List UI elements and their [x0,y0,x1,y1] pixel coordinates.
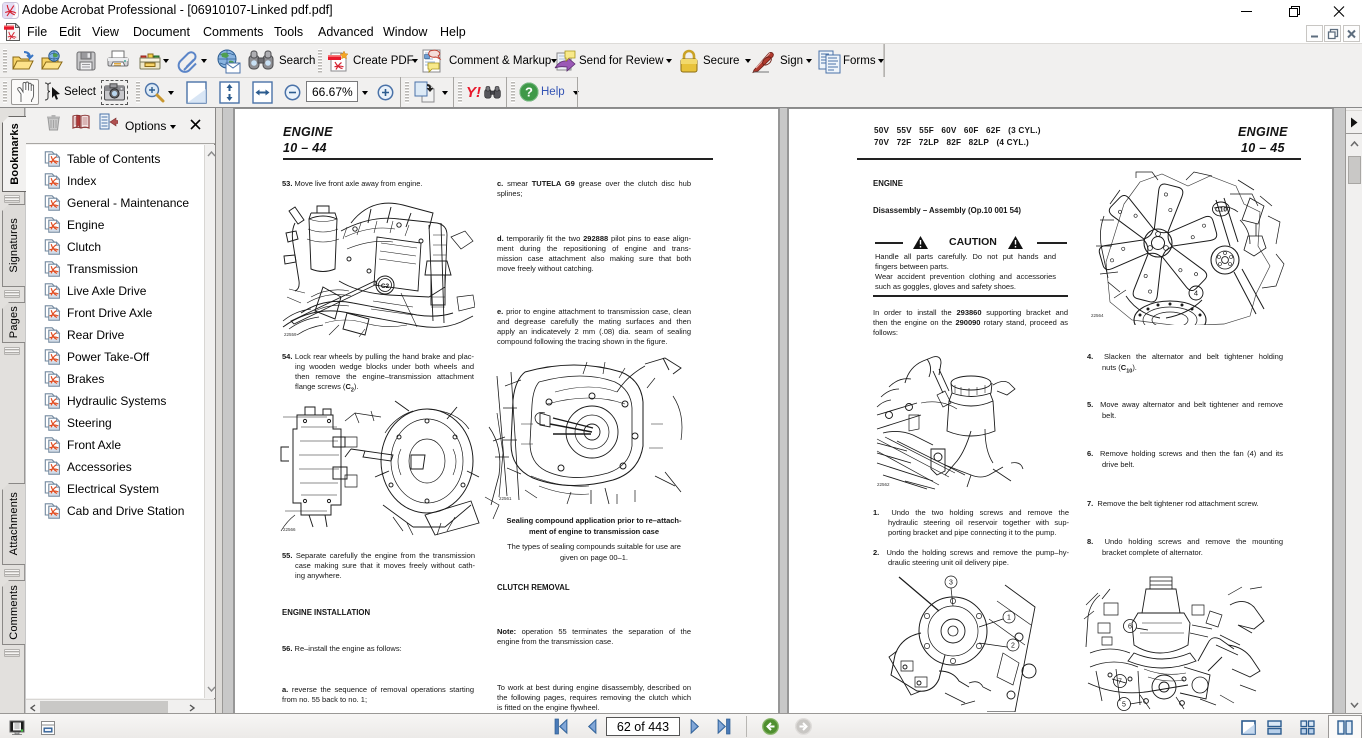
svg-text:1: 1 [1007,615,1011,622]
svg-text:2: 2 [1011,643,1015,650]
svg-text:C2: C2 [381,283,390,290]
svg-text:C10: C10 [1215,207,1227,214]
svg-text:3: 3 [949,580,953,587]
svg-text:7: 7 [1118,679,1122,686]
svg-text:6: 6 [1128,624,1132,631]
svg-text:5: 5 [1122,702,1126,709]
svg-text:4: 4 [1194,289,1198,298]
svg-text:?: ? [525,85,533,100]
